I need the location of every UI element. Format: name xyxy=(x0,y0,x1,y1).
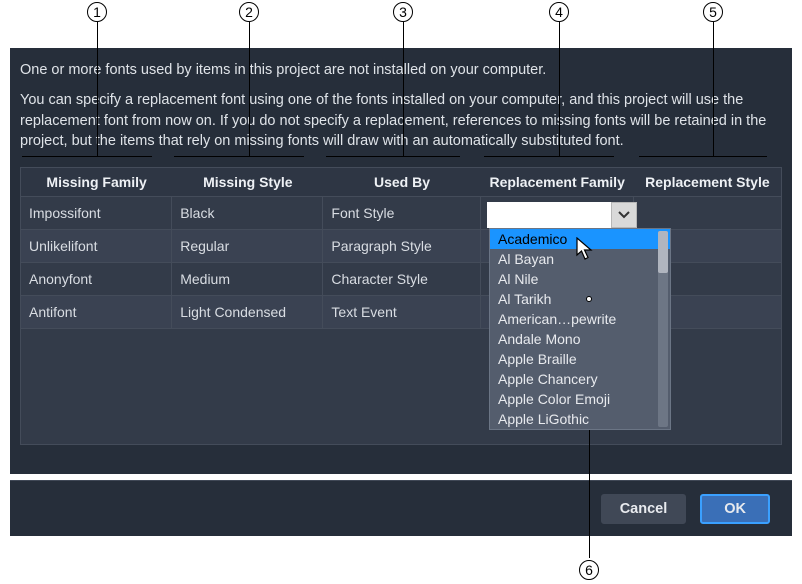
ok-button[interactable]: OK xyxy=(700,494,770,524)
replacement-family-dropdown[interactable] xyxy=(487,202,637,228)
callout-row-top: 1 2 3 4 5 xyxy=(0,2,802,32)
chevron-down-icon xyxy=(618,211,630,219)
replacement-family-input[interactable] xyxy=(487,202,611,228)
table-row[interactable]: Impossifont Black Font Style xyxy=(21,197,781,230)
callout-1-label: 1 xyxy=(87,2,107,22)
cell-missing-family: Unlikelifont xyxy=(21,230,172,262)
col-header-missing-family: Missing Family xyxy=(21,168,172,196)
cell-missing-family: Anonyfont xyxy=(21,263,172,295)
cell-used-by: Font Style xyxy=(323,197,480,229)
intro-paragraph-1: One or more fonts used by items in this … xyxy=(20,60,782,80)
callout-3: 3 xyxy=(393,2,413,22)
callout-3-label: 3 xyxy=(393,2,413,22)
cell-missing-style: Medium xyxy=(172,263,323,295)
callout-6-label: 6 xyxy=(579,560,599,580)
missing-fonts-dialog: One or more fonts used by items in this … xyxy=(10,48,792,474)
dropdown-option[interactable]: Apple LiGothic xyxy=(490,409,670,429)
dropdown-toggle-button[interactable] xyxy=(611,202,637,228)
col-header-used-by: Used By xyxy=(323,168,480,196)
cell-missing-style: Regular xyxy=(172,230,323,262)
cancel-button[interactable]: Cancel xyxy=(601,494,687,524)
callout-6: 6 xyxy=(579,560,599,580)
table-header-row: Missing Family Missing Style Used By Rep… xyxy=(21,168,781,197)
dropdown-option[interactable]: Andale Mono xyxy=(490,329,670,349)
intro-paragraph-2: You can specify a replacement font using… xyxy=(20,90,782,151)
callout-5: 5 xyxy=(703,2,723,22)
col-header-replacement-family: Replacement Family xyxy=(481,168,634,196)
callout-2-label: 2 xyxy=(239,2,259,22)
callout-2: 2 xyxy=(239,2,259,22)
dropdown-option[interactable]: Apple Color Emoji xyxy=(490,389,670,409)
cell-missing-family: Impossifont xyxy=(21,197,172,229)
dropdown-option[interactable]: Al Tarikh xyxy=(490,289,670,309)
callout-1: 1 xyxy=(87,2,107,22)
missing-fonts-table: Missing Family Missing Style Used By Rep… xyxy=(20,167,782,445)
callout-6-marker xyxy=(586,296,592,302)
cell-missing-family: Antifont xyxy=(21,296,172,328)
dropdown-option[interactable]: Al Nile xyxy=(490,269,670,289)
dropdown-scrollbar-thumb[interactable] xyxy=(658,231,668,273)
cell-used-by: Paragraph Style xyxy=(323,230,480,262)
cell-used-by: Text Event xyxy=(323,296,480,328)
dialog-footer: Cancel OK xyxy=(10,480,792,536)
dropdown-option[interactable]: Apple Chancery xyxy=(490,369,670,389)
cell-missing-style: Black xyxy=(172,197,323,229)
cell-missing-style: Light Condensed xyxy=(172,296,323,328)
cell-used-by: Character Style xyxy=(323,263,480,295)
dropdown-option[interactable]: Apple Braille xyxy=(490,349,670,369)
col-header-replacement-style: Replacement Style xyxy=(634,168,781,196)
callout-4: 4 xyxy=(549,2,569,22)
callout-5-label: 5 xyxy=(703,2,723,22)
cell-replacement-style[interactable] xyxy=(634,197,781,229)
cursor-icon xyxy=(576,237,596,266)
callout-4-label: 4 xyxy=(549,2,569,22)
dropdown-option[interactable]: American…pewrite xyxy=(490,309,670,329)
col-header-missing-style: Missing Style xyxy=(172,168,323,196)
